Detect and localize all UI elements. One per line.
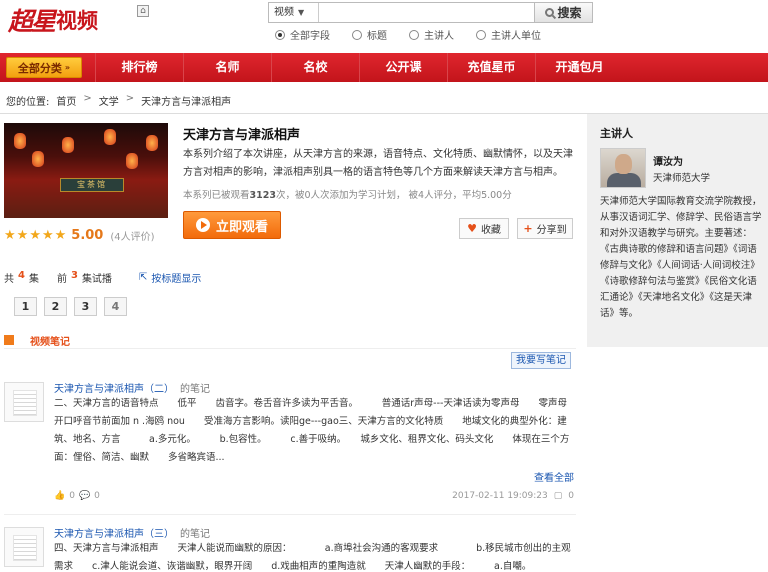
nav-item-teachers[interactable]: 名师 [183, 53, 271, 82]
logo-mark: 超星 [8, 7, 56, 36]
note-title: 天津方言与津派相声（三） 的笔记 [54, 529, 210, 540]
show-by-title-link[interactable]: ⇱ 按标题显示 [139, 270, 201, 285]
external-link-icon: ⇱ [139, 272, 148, 283]
episode-info: 共4集 前 3 集试播 [4, 270, 112, 285]
note-body: 四、天津方言与津派相声 天津人能说而幽默的原因： a.商埠社会沟通的客观要求 b… [54, 543, 571, 572]
section-marker-icon [4, 335, 14, 345]
speaker-avatar[interactable] [600, 148, 646, 188]
chevron-down-icon: » [64, 63, 71, 72]
search-button[interactable]: 搜索 [534, 3, 592, 22]
nav-item-open-courses[interactable]: 公开课 [359, 53, 447, 82]
search-icon [545, 8, 555, 17]
write-note-button[interactable]: 我要写笔记 [511, 352, 571, 369]
episode-1[interactable]: 1 [14, 297, 37, 316]
note-actions: 👍 0 💬 0 [54, 491, 100, 501]
all-categories-button[interactable]: 全部分类» [6, 57, 82, 78]
heart-icon: ♥ [467, 222, 477, 235]
lantern-icon [146, 135, 158, 151]
course-description: 本系列介绍了本次讲座，从天津方言的来源，语音特点、文化特质、幽默情怀，以及天津方… [183, 149, 573, 178]
breadcrumb-category[interactable]: 文学 [99, 93, 119, 108]
nav-item-recharge[interactable]: 充值星币 [447, 53, 535, 82]
note-item: 天津方言与津派相声（二） 的笔记 二、天津方言的语音特点 低平 齿音字。卷舌音许多… [4, 380, 576, 506]
search-input[interactable] [319, 3, 534, 22]
divider [4, 348, 576, 349]
search-scope-radios: 全部字段 标题 主讲人 主讲人单位 [275, 27, 563, 42]
radio-speaker[interactable]: 主讲人 [409, 27, 454, 42]
nav-item-schools[interactable]: 名校 [271, 53, 359, 82]
lantern-icon [14, 133, 26, 149]
note-title-link[interactable]: 天津方言与津派相声（二） [54, 384, 174, 395]
speaker-school: 天津师范大学 [653, 173, 711, 184]
star-icon[interactable]: ★ [17, 229, 29, 242]
radio-all-fields[interactable]: 全部字段 [275, 27, 330, 42]
rating: ★ ★ ★ ★ ★ 5.00 (4人评价) [4, 228, 155, 243]
nav-item-ranking[interactable]: 排行榜 [95, 53, 183, 82]
view-count: 3123 [249, 190, 276, 201]
speaker-panel: 主讲人 谭汝为 天津师范大学 天津师范大学国际教育交流学院教授，从事汉语词汇学、… [587, 114, 768, 347]
search-type-label: 视频 [274, 7, 294, 18]
notes-header: 视频笔记 [4, 333, 576, 348]
star-icon[interactable]: ★ [29, 229, 41, 242]
episode-4[interactable]: 4 [104, 297, 127, 316]
star-icon[interactable]: ★ [55, 229, 67, 242]
breadcrumb-current: 天津方言与津派相声 [141, 97, 232, 108]
comment-icon[interactable]: 💬 [79, 491, 90, 501]
episode-3[interactable]: 3 [74, 297, 97, 316]
rating-count: (4人评价) [110, 232, 155, 243]
rating-score: 5.00 [71, 228, 104, 243]
speaker-name[interactable]: 谭汝为 [653, 153, 683, 168]
note-item: 天津方言与津派相声（三） 的笔记 四、天津方言与津派相声 天津人能说而幽默的原因：… [4, 525, 576, 572]
search-type-select[interactable]: 视频 ▼ [269, 3, 319, 22]
course-cover-image[interactable]: 宝茶馆 [4, 123, 168, 218]
lantern-icon [126, 153, 138, 169]
lantern-icon [104, 129, 116, 145]
nav-item-monthly[interactable]: 开通包月 [535, 53, 623, 82]
breadcrumb-home[interactable]: 首页 [56, 93, 76, 108]
like-icon[interactable]: 👍 [54, 491, 65, 501]
speaker-bio: 天津师范大学国际教育交流学院教授，从事汉语词汇学、修辞学、民俗语言学和对外汉语教… [600, 196, 762, 319]
view-all-link[interactable]: 查看全部 [534, 469, 574, 484]
favorite-button[interactable]: ♥ 收藏 [459, 218, 509, 239]
search-button-label: 搜索 [557, 6, 582, 20]
logo[interactable]: 超星 视频 [8, 4, 98, 36]
course-title: 天津方言与津派相声 [183, 128, 301, 143]
chevron-down-icon: ▼ [298, 8, 305, 17]
play-icon [195, 218, 210, 232]
course-stats: 本系列已被观看3123次，被0人次添加为学习计划， 被4人评分，平均5.00分 [183, 190, 512, 201]
share-button[interactable]: + 分享到 [517, 218, 573, 239]
note-title: 天津方言与津派相声（二） 的笔记 [54, 384, 210, 395]
star-icon[interactable]: ★ [4, 229, 16, 242]
note-thumbnail[interactable] [4, 527, 44, 567]
lantern-icon [32, 151, 44, 167]
breadcrumb-prefix: 您的位置: [6, 97, 50, 108]
watch-now-button[interactable]: 立即观看 [183, 211, 281, 239]
home-icon[interactable]: ⌂ [137, 5, 149, 17]
notes-heading: 视频笔记 [30, 336, 70, 348]
breadcrumb: 您的位置: 首页 > 文学 > 天津方言与津派相声 [6, 93, 232, 108]
logo-text: 视频 [56, 9, 99, 33]
star-icon[interactable]: ★ [42, 229, 54, 242]
cover-plaque: 宝茶馆 [60, 178, 124, 192]
note-body: 二、天津方言的语音特点 低平 齿音字。卷舌音许多读为平舌音。 普通话r声母---… [54, 398, 570, 463]
reply-icon[interactable]: ▢ [554, 491, 563, 501]
radio-speaker-unit[interactable]: 主讲人单位 [476, 27, 541, 42]
main-nav: 全部分类» 排行榜 名师 名校 公开课 充值星币 开通包月 [0, 53, 768, 82]
radio-title[interactable]: 标题 [352, 27, 387, 42]
plus-icon: + [523, 222, 533, 235]
note-thumbnail[interactable] [4, 382, 44, 422]
lantern-icon [62, 137, 74, 153]
divider [4, 514, 576, 515]
episode-2[interactable]: 2 [44, 297, 67, 316]
search-box: 视频 ▼ 搜索 [268, 2, 593, 23]
episode-pager: 1 2 3 4 [14, 297, 127, 316]
note-date: 2017-02-11 19:09:23 ▢ 0 [452, 491, 574, 501]
speaker-heading: 主讲人 [600, 127, 633, 140]
note-title-link[interactable]: 天津方言与津派相声（三） [54, 529, 174, 540]
